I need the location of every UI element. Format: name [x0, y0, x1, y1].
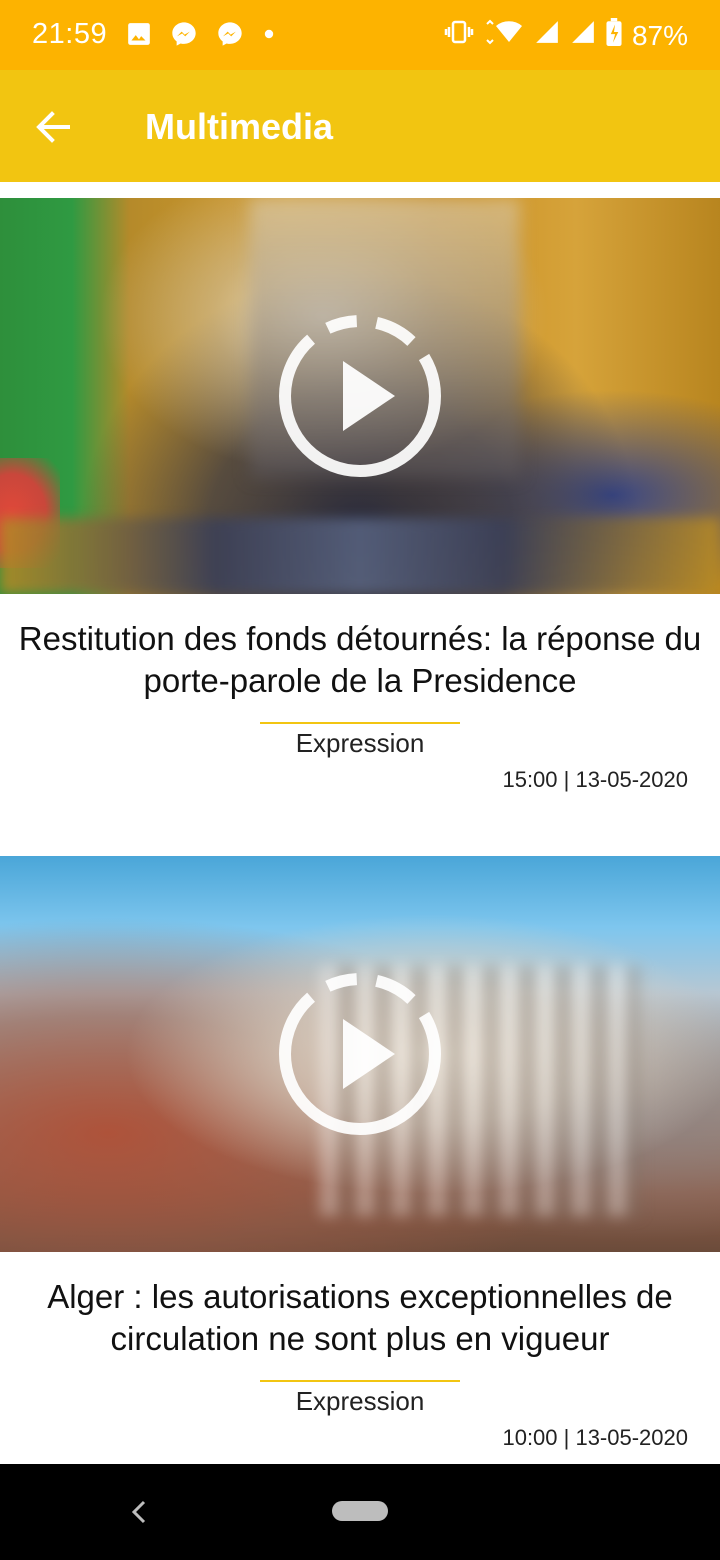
video-thumbnail[interactable] — [0, 856, 720, 1252]
page-title: Multimedia — [145, 106, 334, 147]
image-icon — [126, 21, 152, 52]
app-bar: Multimedia — [0, 70, 720, 182]
nav-back-icon[interactable] — [128, 1498, 150, 1526]
arrow-left-icon — [36, 111, 70, 143]
messenger-icon — [216, 20, 244, 53]
status-bar: 21:59 87% — [0, 0, 720, 70]
status-time: 21:59 — [32, 18, 108, 50]
play-icon[interactable] — [275, 311, 445, 481]
video-thumbnail[interactable] — [0, 198, 720, 594]
messenger-icon — [170, 20, 198, 53]
article-source: Expression — [295, 1386, 425, 1416]
article-timestamp: 15:00 | 13-05-2020 — [502, 767, 688, 792]
nav-home-pill[interactable] — [332, 1501, 388, 1521]
article-source: Expression — [295, 728, 425, 758]
video-card[interactable]: Restitution des fonds détournés: la répo… — [0, 198, 720, 793]
article-timestamp: 10:00 | 13-05-2020 — [502, 1425, 688, 1450]
divider — [260, 1380, 460, 1382]
back-button[interactable] — [30, 104, 80, 150]
signal-icon — [570, 19, 596, 52]
battery-charging-icon — [606, 18, 622, 53]
divider — [260, 722, 460, 724]
play-icon[interactable] — [275, 969, 445, 1139]
status-notification-icons — [126, 20, 276, 53]
wifi-icon — [484, 19, 524, 52]
article-title[interactable]: Restitution des fonds détournés: la répo… — [8, 618, 712, 702]
article-title[interactable]: Alger : les autorisations exceptionnelle… — [8, 1276, 712, 1360]
signal-icon — [534, 19, 560, 52]
status-system-icons: 87% — [444, 18, 688, 53]
video-card[interactable]: Alger : les autorisations exceptionnelle… — [0, 856, 720, 1451]
vibrate-icon — [444, 19, 474, 52]
dot-icon — [262, 27, 276, 46]
battery-percent: 87% — [631, 19, 688, 51]
